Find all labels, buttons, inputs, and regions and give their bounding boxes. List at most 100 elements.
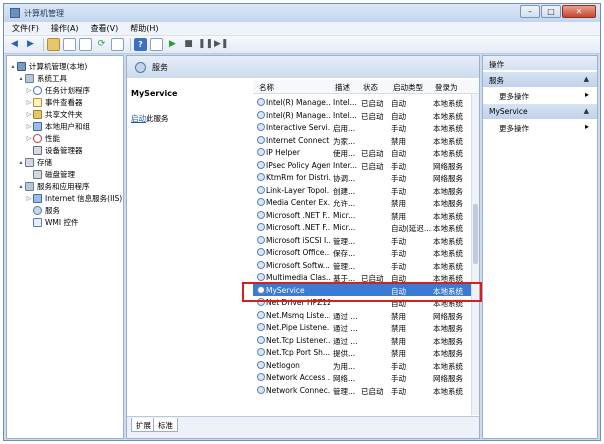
table-row[interactable]: Media Center Ex... 允许... 禁用 本地服务 <box>253 196 471 209</box>
service-gear-icon <box>257 223 265 231</box>
table-row[interactable]: Network Connec... 管理... 已启动 手动 本地系统 <box>253 384 471 397</box>
table-row[interactable]: Netlogon 为用... 手动 本地系统 <box>253 359 471 372</box>
service-name-cell: IPsec Policy Agent <box>266 160 330 170</box>
expand-arrow-icon[interactable]: ▷ <box>25 111 33 118</box>
back-arrow-icon[interactable]: ◀ <box>8 38 21 51</box>
column-header-description[interactable]: 描述 <box>335 82 350 93</box>
close-button[interactable]: ✕ <box>562 5 596 18</box>
actions-section-services[interactable]: 服务 ▲ <box>483 72 597 87</box>
expand-arrow-icon[interactable]: ▴ <box>17 159 25 166</box>
column-header-name[interactable]: 名称 <box>259 82 274 93</box>
expand-arrow-icon[interactable]: ▷ <box>25 135 33 142</box>
export-list-icon[interactable] <box>111 38 124 51</box>
show-hide-tree-icon[interactable] <box>63 38 76 51</box>
service-name-cell: Net.Pipe Listene... <box>266 323 330 332</box>
table-row[interactable]: Intel(R) Manage... Intel... 已启动 自动 本地系统 <box>253 96 471 109</box>
services-apps-icon <box>25 181 34 191</box>
table-row[interactable]: Net.Msmq Liste... 通过 ... 禁用 网络服务 <box>253 309 471 322</box>
actions-more-actions[interactable]: 更多操作 ▸ <box>483 120 597 134</box>
expand-arrow-icon[interactable]: ▷ <box>25 99 33 106</box>
table-row[interactable]: IPsec Policy Agent Inter... 已启动 手动 网络服务 <box>253 159 471 172</box>
folder-up-icon[interactable] <box>47 38 60 51</box>
table-row[interactable]: Microsoft .NET F... Micr... 自动(延迟... 本地系统 <box>253 221 471 234</box>
service-log-on-as-cell: 本地系统 <box>433 386 463 396</box>
tree-item-task-scheduler[interactable]: ▷ 任务计划程序 <box>25 84 90 96</box>
expand-arrow-icon[interactable]: ▴ <box>17 183 25 190</box>
table-row[interactable]: Intel(R) Manage... Intel... 已启动 自动 本地系统 <box>253 109 471 122</box>
wmi-icon <box>33 217 42 227</box>
table-row[interactable]: Internet Connect... 为家... 禁用 本地系统 <box>253 134 471 147</box>
service-gear-icon <box>257 110 265 119</box>
title-bar[interactable]: 计算机管理 – □ ✕ <box>4 4 600 22</box>
table-row[interactable]: Microsoft iSCSI I... 管理... 手动 本地系统 <box>253 234 471 247</box>
tree-item-storage[interactable]: ▴ 存储 <box>17 156 52 168</box>
tree-item-device-manager[interactable]: 设备管理器 <box>25 144 83 156</box>
table-row[interactable]: Network Access ... 网络... 手动 网络服务 <box>253 371 471 384</box>
tree-item-system-tools[interactable]: ▴ 系统工具 <box>17 72 67 84</box>
table-row[interactable]: Net.Pipe Listene... 通过 ... 禁用 本地服务 <box>253 321 471 334</box>
start-service-icon[interactable]: ▶ <box>166 38 179 51</box>
service-gear-icon <box>257 135 265 144</box>
actions-more-actions[interactable]: 更多操作 ▸ <box>483 88 597 102</box>
service-description-panel: MyService 启动此服务 <box>127 78 253 416</box>
service-startup-type-cell: 手动 <box>391 236 406 246</box>
refresh-icon[interactable]: ⟳ <box>95 38 108 51</box>
service-log-on-as-cell: 本地服务 <box>433 186 463 196</box>
menu-action[interactable]: 操作(A) <box>51 23 79 34</box>
column-header-status[interactable]: 状态 <box>363 82 378 93</box>
start-service-link[interactable]: 启动 <box>131 114 146 123</box>
tab-standard[interactable]: 标准 <box>153 418 178 432</box>
expand-arrow-icon[interactable]: ▴ <box>9 63 17 70</box>
service-gear-icon <box>257 210 265 219</box>
help-icon[interactable]: ? <box>134 38 147 51</box>
tree-item-services-apps[interactable]: ▴ 服务和应用程序 <box>17 180 90 192</box>
service-description-cell: 为用... <box>333 361 356 371</box>
tree-item-performance[interactable]: ▷ 性能 <box>25 132 60 144</box>
service-name-cell: Multimedia Clas... <box>266 273 330 282</box>
column-header-startup-type[interactable]: 启动类型 <box>393 82 423 93</box>
tree-item-disk-management[interactable]: 磁盘管理 <box>25 168 75 180</box>
tree-item-local-users[interactable]: ▷ 本地用户和组 <box>25 120 90 132</box>
tree-item-wmi[interactable]: WMI 控件 <box>25 216 78 228</box>
table-row[interactable]: Net.Tcp Port Sh... 提供... 禁用 本地服务 <box>253 346 471 359</box>
forward-arrow-icon[interactable]: ▶ <box>24 38 37 51</box>
table-row[interactable]: Link-Layer Topol... 创建... 手动 本地服务 <box>253 184 471 197</box>
tree-item-event-viewer[interactable]: ▷ 事件查看器 <box>25 96 83 108</box>
tree-item-computer-management[interactable]: ▴ 计算机管理(本地) <box>9 60 87 72</box>
pane-header: 服务 <box>127 56 479 78</box>
expand-arrow-icon[interactable]: ▷ <box>25 123 33 130</box>
tree-item-iis[interactable]: ▷ Internet 信息服务(IIS)管 <box>25 192 123 204</box>
restart-service-icon[interactable]: ▶❚ <box>214 38 228 51</box>
service-log-on-as-cell: 网络服务 <box>433 311 463 321</box>
service-name-cell: KtmRm for Distri... <box>266 173 330 182</box>
table-row[interactable]: Net.Tcp Listener... 通过 ... 禁用 本地服务 <box>253 334 471 347</box>
show-action-pane-icon[interactable] <box>150 38 163 51</box>
expand-arrow-icon[interactable]: ▷ <box>25 195 33 202</box>
properties-icon[interactable] <box>79 38 92 51</box>
pause-service-icon[interactable]: ❚❚ <box>198 38 213 51</box>
table-row[interactable]: Microsoft Softw... 管理... 手动 本地系统 <box>253 259 471 272</box>
table-row[interactable]: Interactive Servi... 启用... 手动 本地系统 <box>253 121 471 134</box>
actions-section-myservice[interactable]: MyService ▲ <box>483 104 597 119</box>
table-row[interactable]: KtmRm for Distri... 协调... 手动 网络服务 <box>253 171 471 184</box>
device-manager-icon <box>33 145 42 155</box>
menu-view[interactable]: 查看(V) <box>91 23 119 34</box>
tree-item-shared-folders[interactable]: ▷ 共享文件夹 <box>25 108 83 120</box>
column-header-log-on-as[interactable]: 登录为 <box>435 82 458 93</box>
table-row[interactable]: IP Helper 使用... 已启动 自动 本地系统 <box>253 146 471 159</box>
table-row[interactable]: Microsoft .NET F... Micr... 禁用 本地系统 <box>253 209 471 222</box>
tree-item-services[interactable]: 服务 <box>25 204 60 216</box>
collapse-arrow-icon[interactable]: ▲ <box>584 75 589 83</box>
minimize-button[interactable]: – <box>520 5 540 18</box>
scrollbar-thumb[interactable] <box>473 204 478 264</box>
service-gear-icon <box>257 360 265 369</box>
expand-arrow-icon[interactable]: ▴ <box>17 75 25 82</box>
stop-service-icon[interactable]: ■ <box>182 38 195 51</box>
menu-file[interactable]: 文件(F) <box>12 23 39 34</box>
table-row[interactable]: Microsoft Office... 保存... 手动 本地系统 <box>253 246 471 259</box>
maximize-button[interactable]: □ <box>541 5 561 18</box>
expand-arrow-icon[interactable]: ▷ <box>25 87 33 94</box>
collapse-arrow-icon[interactable]: ▲ <box>584 107 589 115</box>
vertical-scrollbar[interactable] <box>471 94 479 415</box>
menu-help[interactable]: 帮助(H) <box>130 23 158 34</box>
